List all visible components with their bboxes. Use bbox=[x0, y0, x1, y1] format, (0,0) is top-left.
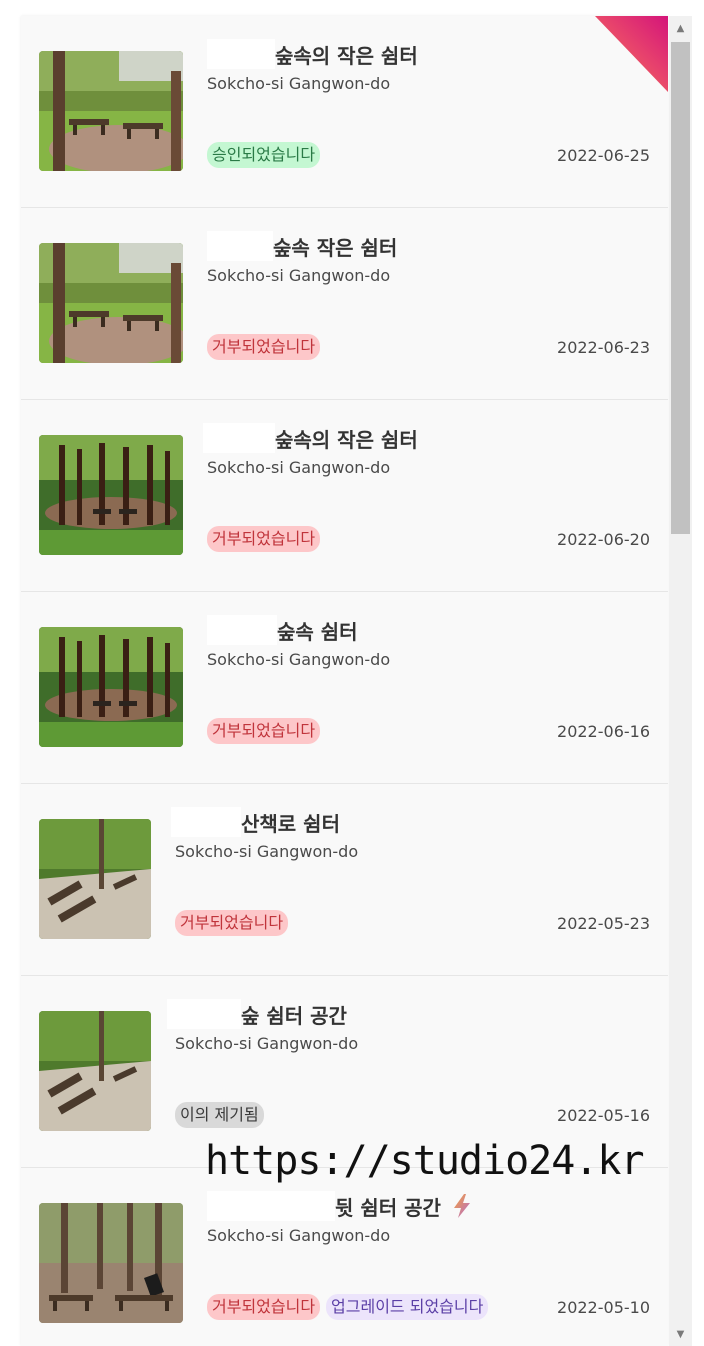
redacted-mask bbox=[171, 807, 241, 837]
thumbnail-image bbox=[39, 435, 183, 555]
item-title: 숲속 쉼터 bbox=[277, 619, 358, 644]
status-badge-rejected: 거부되었습니다 bbox=[207, 526, 321, 552]
redacted-mask bbox=[207, 39, 275, 69]
item-date: 2022-06-25 bbox=[557, 146, 650, 165]
status-badge-rejected: 거부되었습니다 bbox=[175, 910, 289, 936]
thumbnail-image bbox=[39, 51, 183, 171]
status-badge-upgraded: 업그레이드 되었습니다 bbox=[326, 1294, 489, 1320]
status-badge-rejected: 거부되었습니다 bbox=[207, 334, 321, 360]
item-location: Sokcho-si Gangwon-do bbox=[175, 842, 359, 861]
item-date: 2022-05-23 bbox=[557, 914, 650, 933]
status-badge-approved: 승인되었습니다 bbox=[207, 142, 321, 168]
list-item[interactable]: 뒷 쉼터 공간 Sokcho-si Gangwon-do 거부되었습니다 업그레… bbox=[21, 1168, 668, 1346]
list-item[interactable]: 숲속 쉼터 Sokcho-si Gangwon-do 거부되었습니다 2022-… bbox=[21, 592, 668, 784]
redacted-mask bbox=[207, 1191, 335, 1221]
item-title: 뒷 쉼터 공간 bbox=[335, 1195, 441, 1220]
item-date: 2022-05-10 bbox=[557, 1298, 650, 1317]
thumbnail-image bbox=[39, 819, 151, 939]
item-date: 2022-05-16 bbox=[557, 1106, 650, 1125]
arrow-up-icon[interactable]: ▲ bbox=[669, 16, 692, 40]
thumbnail-image bbox=[39, 243, 183, 363]
redacted-mask bbox=[207, 615, 277, 645]
item-title: 숲속의 작은 쉼터 bbox=[275, 427, 418, 452]
list-item[interactable]: 숲속의 작은 쉼터 Sokcho-si Gangwon-do 승인되었습니다 2… bbox=[21, 16, 668, 208]
item-title: 산책로 쉼터 bbox=[241, 811, 340, 836]
item-title: 숲 쉼터 공간 bbox=[241, 1003, 347, 1028]
redacted-mask bbox=[203, 423, 275, 453]
lightning-bolt-icon bbox=[453, 1194, 470, 1218]
vertical-scrollbar[interactable]: ▲ ▼ bbox=[669, 16, 692, 1346]
item-date: 2022-06-23 bbox=[557, 338, 650, 357]
status-badges: 거부되었습니다 bbox=[207, 718, 321, 744]
thumbnail-image bbox=[39, 627, 183, 747]
scrollbar-thumb[interactable] bbox=[671, 42, 690, 534]
status-badges: 승인되었습니다 bbox=[207, 142, 321, 168]
item-location: Sokcho-si Gangwon-do bbox=[207, 458, 391, 477]
list-item[interactable]: 숲속 작은 쉼터 Sokcho-si Gangwon-do 거부되었습니다 20… bbox=[21, 208, 668, 400]
item-location: Sokcho-si Gangwon-do bbox=[207, 1226, 391, 1245]
item-date: 2022-06-20 bbox=[557, 530, 650, 549]
item-date: 2022-06-16 bbox=[557, 722, 650, 741]
thumbnail-image bbox=[39, 1203, 183, 1323]
status-badges: 거부되었습니다 bbox=[175, 910, 289, 936]
item-title: 숲속의 작은 쉼터 bbox=[275, 43, 418, 68]
status-badge-disputed: 이의 제기됨 bbox=[175, 1102, 264, 1128]
status-badges: 거부되었습니다 bbox=[207, 334, 321, 360]
item-title: 숲속 작은 쉼터 bbox=[273, 235, 398, 260]
item-location: Sokcho-si Gangwon-do bbox=[207, 650, 391, 669]
watermark-text: https://studio24.kr bbox=[205, 1138, 645, 1184]
status-badges: 거부되었습니다 bbox=[207, 526, 321, 552]
list-item[interactable]: 숲속의 작은 쉼터 Sokcho-si Gangwon-do 거부되었습니다 2… bbox=[21, 400, 668, 592]
arrow-down-icon[interactable]: ▼ bbox=[669, 1322, 692, 1346]
redacted-mask bbox=[207, 231, 273, 261]
status-badges: 이의 제기됨 bbox=[175, 1102, 264, 1128]
status-badges: 거부되었습니다 업그레이드 되었습니다 bbox=[207, 1294, 489, 1320]
item-location: Sokcho-si Gangwon-do bbox=[207, 266, 391, 285]
redacted-mask bbox=[167, 999, 241, 1029]
list-item[interactable]: 산책로 쉼터 Sokcho-si Gangwon-do 거부되었습니다 2022… bbox=[21, 784, 668, 976]
item-location: Sokcho-si Gangwon-do bbox=[207, 74, 391, 93]
status-badge-rejected: 거부되었습니다 bbox=[207, 1294, 321, 1320]
item-location: Sokcho-si Gangwon-do bbox=[175, 1034, 359, 1053]
status-badge-rejected: 거부되었습니다 bbox=[207, 718, 321, 744]
thumbnail-image bbox=[39, 1011, 151, 1131]
